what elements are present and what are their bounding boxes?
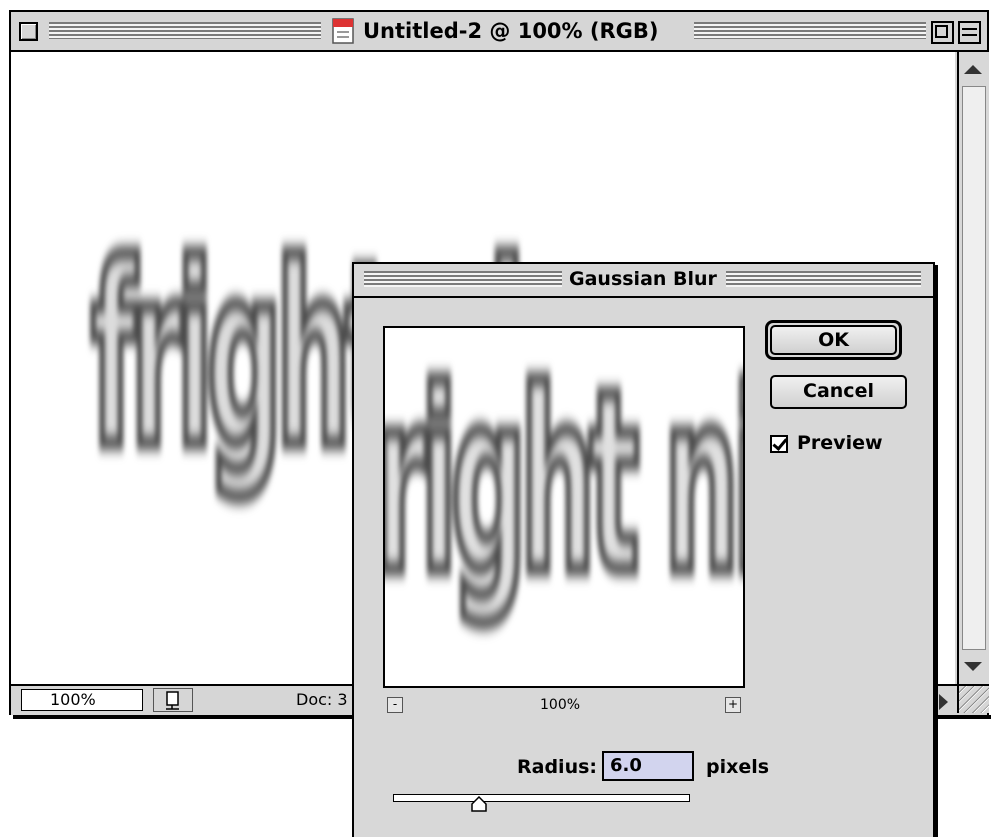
document-title: Untitled-2 @ 100% (RGB)	[363, 19, 659, 43]
zoom-level-field[interactable]: 100%	[21, 689, 143, 711]
radius-unit-label: pixels	[706, 756, 770, 778]
document-icon	[332, 18, 354, 44]
scroll-down-arrow-icon[interactable]	[964, 662, 982, 671]
titlebar-stripes-left	[49, 22, 321, 39]
dialog-titlebar[interactable]: Gaussian Blur	[354, 264, 933, 298]
resize-grip-icon[interactable]	[957, 686, 989, 713]
ok-button-label: OK	[770, 325, 897, 355]
zoom-box-icon[interactable]	[931, 21, 954, 44]
document-status-text: Doc: 3	[296, 690, 348, 709]
document-info-icon[interactable]	[153, 688, 193, 712]
scroll-up-arrow-icon[interactable]	[964, 65, 982, 74]
scroll-right-arrow-icon[interactable]	[939, 694, 948, 710]
collapse-box-icon[interactable]	[958, 21, 981, 44]
vertical-scrollbar[interactable]	[957, 52, 989, 684]
dialog-stripes-right	[726, 271, 921, 287]
document-titlebar[interactable]: Untitled-2 @ 100% (RGB)	[11, 12, 987, 52]
desktop: Untitled-2 @ 100% (RGB) fright nig 100% …	[0, 0, 991, 837]
preview-zoom-level: 100%	[540, 697, 581, 713]
preview-checkbox[interactable]	[770, 435, 788, 453]
radius-label: Radius:	[517, 756, 597, 778]
radius-input[interactable]: 6.0	[602, 751, 694, 781]
radius-slider-track[interactable]	[393, 794, 690, 802]
close-box-icon[interactable]	[19, 22, 38, 41]
preview-zoom-in-button[interactable]: +	[725, 697, 741, 713]
ok-button[interactable]: OK	[765, 320, 902, 360]
gaussian-blur-dialog: Gaussian Blur right nig - 100% + OK Canc…	[352, 262, 935, 837]
dialog-title: Gaussian Blur	[569, 268, 717, 290]
scroll-track[interactable]	[962, 86, 986, 650]
preview-blurred-text: right nig	[383, 337, 743, 628]
titlebar-stripes-right	[694, 22, 926, 39]
preview-zoom-out-button[interactable]: -	[387, 697, 403, 713]
blur-preview-pane[interactable]: right nig	[383, 326, 745, 688]
cancel-button[interactable]: Cancel	[770, 375, 907, 409]
radius-slider-thumb-icon[interactable]	[471, 796, 487, 812]
dialog-stripes-left	[364, 271, 562, 287]
preview-checkbox-label[interactable]: Preview	[797, 432, 883, 454]
